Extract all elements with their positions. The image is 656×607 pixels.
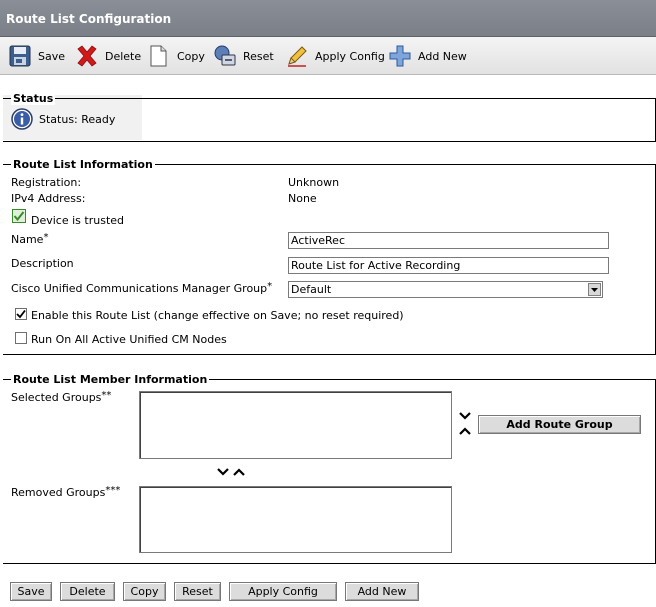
enable-route-list-label: Enable this Route List (change effective… (31, 309, 404, 322)
reset-toolbar-label: Reset (243, 49, 274, 63)
description-input[interactable]: Route List for Active Recording (288, 257, 609, 274)
add-new-toolbar-button[interactable]: Add New (388, 44, 467, 68)
removed-groups-label: Removed Groups*** (11, 485, 120, 499)
selected-groups-label-text: Selected Groups (11, 391, 102, 404)
route-list-member-section: Route List Member Information Selected G… (3, 373, 656, 564)
registration-label: Registration: (11, 176, 82, 189)
selected-groups-marker: ** (101, 390, 112, 401)
copy-button[interactable]: Copy (123, 582, 166, 601)
route-list-member-legend: Route List Member Information (11, 373, 210, 386)
move-to-removed-icon[interactable] (217, 468, 229, 476)
move-up-icon[interactable] (459, 427, 471, 435)
save-button[interactable]: Save (10, 582, 52, 601)
registration-value: Unknown (288, 176, 340, 189)
selected-groups-label: Selected Groups** (11, 390, 111, 404)
apply-config-toolbar-button[interactable]: Apply Config (285, 44, 385, 68)
selected-groups-listbox[interactable] (139, 391, 452, 459)
copy-icon (150, 45, 167, 67)
status-text: Status: Ready (39, 113, 116, 126)
pencil-icon (288, 46, 307, 67)
copy-toolbar-button[interactable]: Copy (147, 44, 205, 68)
move-down-icon[interactable] (459, 412, 471, 420)
device-trusted-label: Device is trusted (31, 214, 125, 227)
copy-toolbar-label: Copy (177, 49, 205, 63)
reset-icon (214, 45, 236, 66)
reset-toolbar-button[interactable]: Reset (213, 44, 274, 68)
reset-button[interactable]: Reset (174, 582, 221, 601)
ipv4-address-value: None (288, 192, 317, 205)
cucm-group-label-text: Cisco Unified Communications Manager Gro… (11, 282, 268, 295)
cucm-group-required-marker: * (267, 281, 273, 292)
plus-icon (389, 45, 411, 67)
cucm-group-label: Cisco Unified Communications Manager Gro… (11, 281, 272, 295)
status-section: Status Status: Ready (3, 92, 656, 142)
name-required-marker: * (43, 232, 49, 243)
route-list-information-legend: Route List Information (11, 158, 155, 171)
save-toolbar-label: Save (38, 49, 66, 63)
ipv4-address-label: IPv4 Address: (11, 192, 86, 205)
description-label: Description (11, 257, 74, 270)
apply-config-button[interactable]: Apply Config (229, 582, 337, 601)
removed-groups-label-text: Removed Groups (11, 486, 106, 499)
removed-groups-marker: *** (105, 485, 121, 496)
chevron-down-icon[interactable] (588, 283, 601, 296)
removed-groups-listbox[interactable] (139, 486, 452, 553)
page-title: Route List Configuration (6, 12, 172, 26)
apply-config-toolbar-label: Apply Config (315, 49, 385, 63)
name-label-text: Name (11, 233, 44, 246)
add-new-button[interactable]: Add New (345, 582, 419, 601)
toolbar: Save Delete Copy Reset Apply Config Add … (0, 37, 656, 75)
name-input[interactable]: ActiveRec (288, 232, 609, 249)
route-list-information-section: Route List Information Registration: Unk… (3, 158, 656, 355)
page-title-bar: Route List Configuration (0, 0, 656, 37)
enable-route-list-checkbox[interactable] (15, 308, 27, 320)
cucm-group-selected-value: Default (291, 283, 332, 296)
run-on-all-nodes-checkbox[interactable] (15, 332, 27, 344)
trusted-check-icon (12, 209, 26, 223)
delete-x-icon (77, 45, 97, 67)
add-new-toolbar-label: Add New (418, 49, 467, 63)
info-icon (11, 108, 33, 130)
delete-button[interactable]: Delete (60, 582, 115, 601)
delete-toolbar-label: Delete (105, 49, 142, 63)
save-icon (9, 45, 31, 67)
status-legend: Status (11, 92, 56, 105)
cucm-group-select[interactable]: Default (288, 281, 603, 298)
move-to-selected-icon[interactable] (233, 468, 245, 476)
delete-toolbar-button[interactable]: Delete (75, 44, 141, 68)
name-label: Name* (11, 232, 48, 246)
checkmark-icon (16, 309, 26, 319)
run-on-all-nodes-label: Run On All Active Unified CM Nodes (31, 333, 227, 346)
save-toolbar-button[interactable]: Save (8, 44, 65, 68)
add-route-group-button[interactable]: Add Route Group (478, 415, 641, 434)
